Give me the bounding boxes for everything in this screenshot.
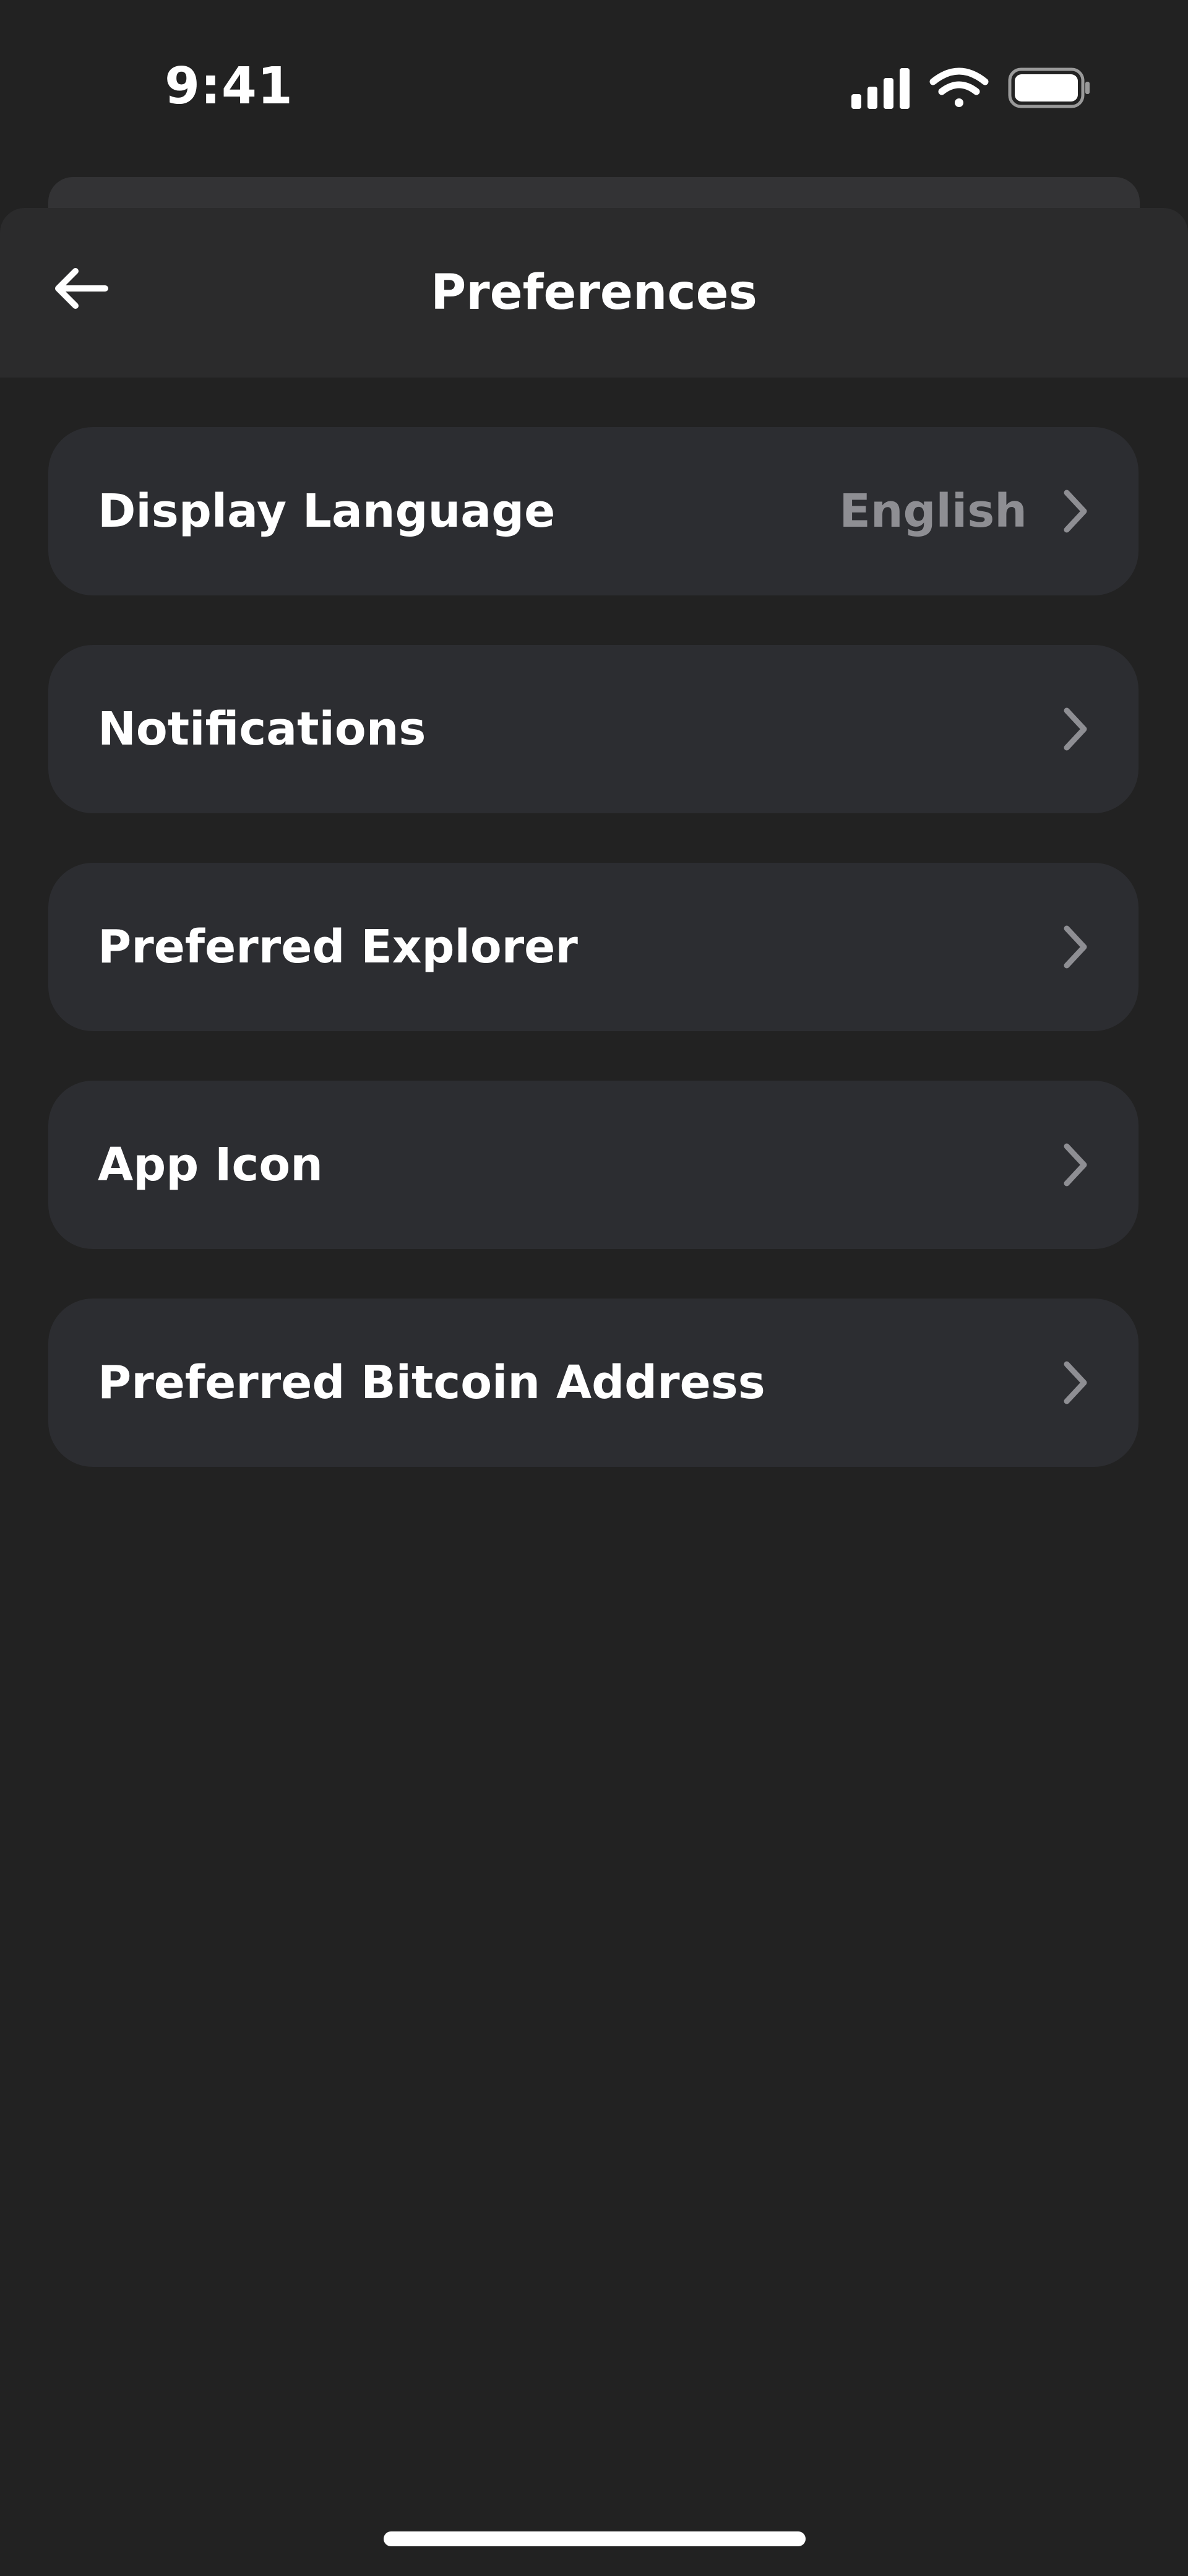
chevron-right-icon [1062, 1143, 1089, 1187]
settings-item-notifications[interactable]: Notifications [48, 645, 1138, 813]
chevron-right-icon [1062, 489, 1089, 534]
status-time: 9:41 [165, 57, 293, 116]
battery-icon [1008, 67, 1090, 108]
settings-item-value: English [839, 485, 1027, 538]
cellular-signal-icon [851, 68, 910, 109]
back-button[interactable] [37, 245, 124, 332]
status-bar: 9:41 [0, 0, 1188, 173]
page-title: Preferences [431, 265, 757, 321]
settings-item-preferred-explorer[interactable]: Preferred Explorer [48, 863, 1138, 1031]
settings-item-label: Display Language [98, 485, 556, 538]
settings-item-app-icon[interactable]: App Icon [48, 1081, 1138, 1249]
settings-item-preferred-bitcoin-address[interactable]: Preferred Bitcoin Address [48, 1299, 1138, 1467]
settings-item-label: Preferred Bitcoin Address [98, 1356, 765, 1409]
settings-item-label: Notifications [98, 702, 426, 756]
arrow-left-icon [55, 268, 108, 309]
settings-item-label: Preferred Explorer [98, 920, 578, 974]
settings-list: Display Language English Notifications P… [48, 427, 1138, 1516]
home-indicator [384, 2531, 806, 2546]
header: Preferences [0, 208, 1188, 378]
status-icons [851, 67, 1090, 109]
settings-item-display-language[interactable]: Display Language English [48, 427, 1138, 595]
chevron-right-icon [1062, 707, 1089, 751]
chevron-right-icon [1062, 1360, 1089, 1405]
settings-item-label: App Icon [98, 1138, 323, 1191]
chevron-right-icon [1062, 925, 1089, 969]
wifi-icon [929, 67, 989, 107]
